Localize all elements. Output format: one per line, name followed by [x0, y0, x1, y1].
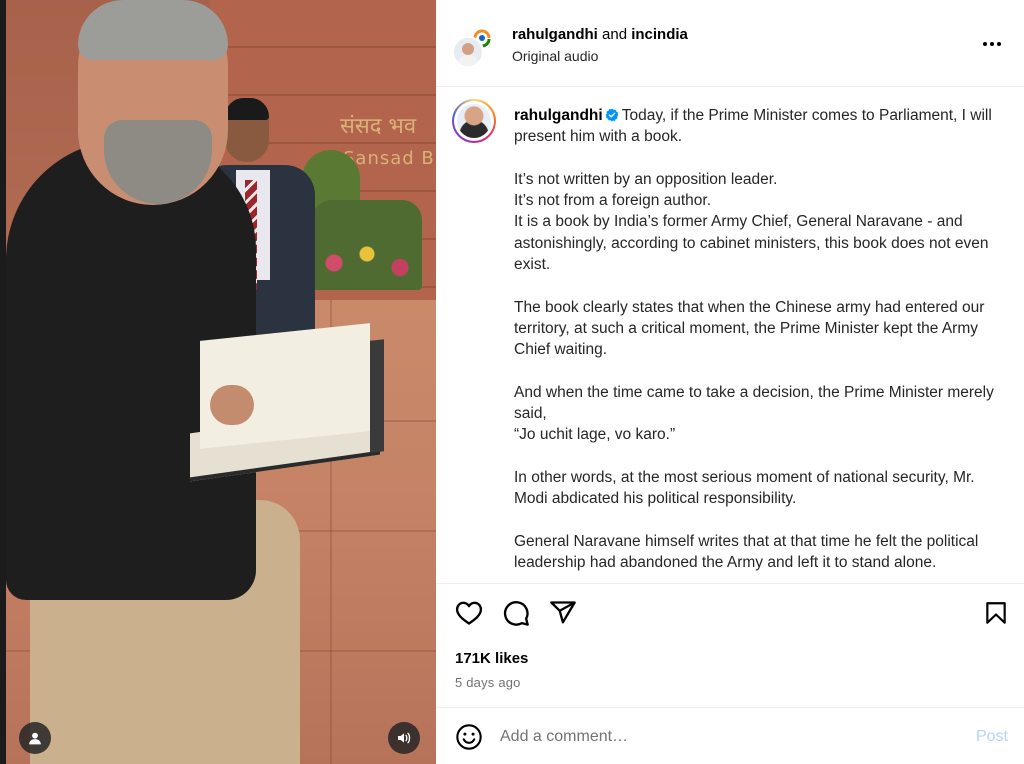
caption-avatar[interactable] [452, 99, 496, 143]
emoji-button[interactable] [454, 722, 484, 752]
flower-bed [312, 200, 422, 290]
hand [210, 385, 254, 425]
caption-paragraph: General Naravane himself writes that at … [514, 532, 979, 572]
comment-icon [503, 601, 529, 626]
more-horizontal-icon [983, 42, 987, 46]
likes-count[interactable]: 171K likes [455, 650, 528, 667]
book-spine [370, 339, 384, 453]
caption-paragraph: The book clearly states that when the Ch… [514, 298, 985, 359]
comment-input[interactable] [500, 722, 940, 752]
heart-icon [455, 601, 483, 625]
building-sign-hindi: संसद भव [340, 114, 417, 139]
header-joiner: and [602, 26, 628, 43]
caption-quote: “Jo uchit lage, vo karo.” [514, 426, 676, 444]
caption-text: rahulgandhi Today, if the Prime Minister … [514, 105, 998, 583]
speaker-icon [398, 732, 411, 744]
bookmark-icon [986, 602, 1006, 624]
more-options-button[interactable] [980, 34, 1004, 54]
like-button[interactable] [454, 598, 484, 628]
caption-paragraph: It’s not from a foreign author. [514, 192, 712, 210]
post-comment-button[interactable]: Post [976, 728, 1008, 746]
caption-paragraph: And when the time came to take a decisio… [514, 383, 994, 423]
man-hair [78, 0, 228, 60]
emoji-icon [456, 724, 482, 750]
verified-badge-icon [605, 108, 619, 122]
post-media[interactable]: संसद भव Sansad B [0, 0, 436, 764]
caption-paragraph: It is a book by India’s former Army Chie… [514, 213, 989, 274]
author-link[interactable]: rahulgandhi [512, 26, 598, 43]
rahulgandhi-avatar-small [452, 36, 484, 68]
action-bar [436, 598, 1024, 634]
audio-link[interactable]: Original audio [512, 48, 598, 64]
caption-area[interactable]: rahulgandhi Today, if the Prime Minister … [436, 87, 1024, 583]
comment-bar: Post [436, 708, 1024, 764]
save-button[interactable] [981, 598, 1011, 628]
divider [436, 583, 1024, 584]
comment-button[interactable] [501, 598, 531, 628]
media-edge [0, 0, 6, 764]
user-tags-button[interactable] [19, 722, 51, 754]
caption-paragraph: In other words, at the most serious mome… [514, 469, 975, 508]
audio-toggle-button[interactable] [388, 722, 420, 754]
post-panel: rahulgandhi and incindia Original audio … [436, 0, 1024, 764]
caption-username[interactable]: rahulgandhi [514, 107, 603, 124]
share-button[interactable] [548, 598, 578, 628]
header-title: rahulgandhi and incindia [512, 26, 688, 43]
collab-avatars[interactable] [452, 22, 498, 68]
collaborator-link[interactable]: incindia [631, 26, 688, 43]
person-icon [29, 732, 41, 745]
caption-paragraph: It’s not written by an opposition leader… [514, 170, 778, 188]
send-icon [550, 601, 576, 624]
post-header: rahulgandhi and incindia Original audio [436, 0, 1024, 87]
post-timestamp[interactable]: 5 days ago [455, 675, 521, 690]
